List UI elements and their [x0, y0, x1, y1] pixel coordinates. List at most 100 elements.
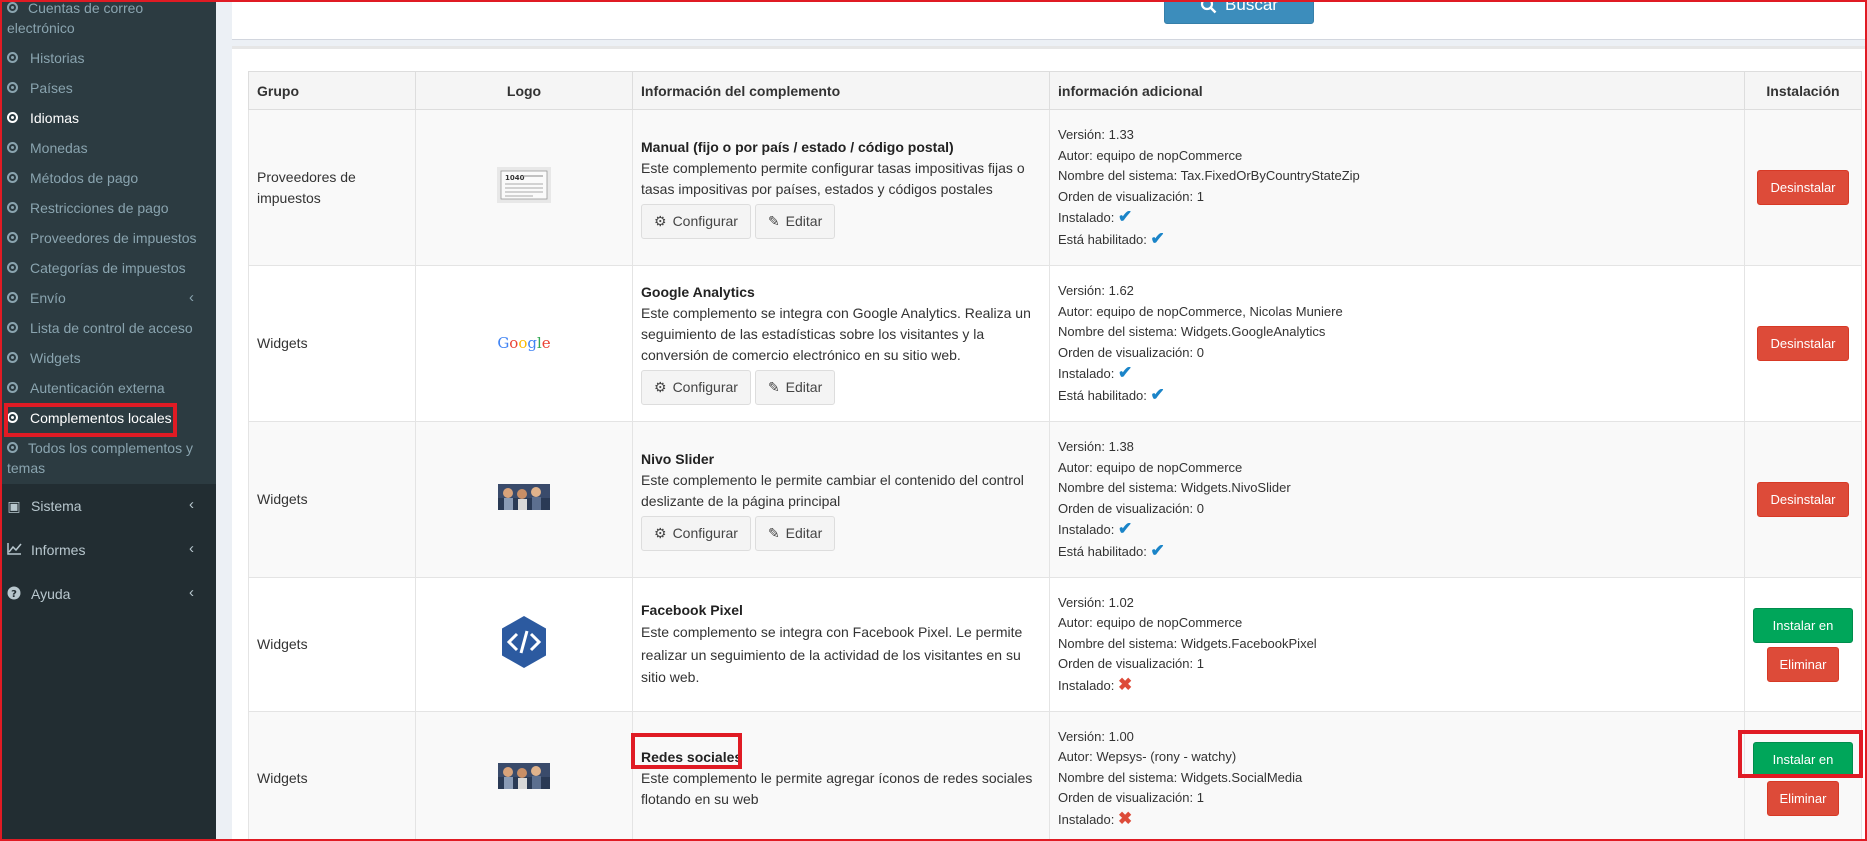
column-header-grupo[interactable]: Grupo [248, 71, 416, 110]
logo-cell: 1040 [415, 109, 633, 266]
plugins-table: Grupo Logo Información del complemento i… [248, 71, 1862, 841]
table-row: Proveedores de impuestos 1040 Manual (fi… [248, 109, 1862, 266]
plugin-name: Nivo Slider [641, 450, 715, 467]
sidebar-item-historias[interactable]: Historias [0, 48, 216, 68]
search-icon [1200, 0, 1217, 13]
sidebar-item-monedas[interactable]: Monedas [0, 138, 216, 158]
search-panel: Buscar [232, 0, 1867, 40]
plugin-description: Este complemento se integra con Facebook… [641, 624, 1023, 686]
sidebar-item-todos-complementos[interactable]: Todos los complementos y temas [0, 438, 216, 478]
plugin-description: Este complemento le permite agregar ícon… [641, 770, 1033, 807]
plugin-description: Este complemento le permite cambiar el c… [641, 471, 1024, 509]
svg-text:?: ? [11, 589, 17, 600]
group-cell: Proveedores de impuestos [248, 109, 416, 266]
circle-icon [7, 322, 18, 333]
installation-cell: Desinstalar [1744, 421, 1862, 578]
sidebar-item-envio[interactable]: Envío ‹ [0, 288, 216, 308]
sidebar-item-metodos-pago[interactable]: Métodos de pago [0, 168, 216, 188]
plugin-name: Manual (fijo o por país / estado / códig… [641, 138, 954, 155]
plugin-info-cell: Facebook Pixel Este complemento se integ… [632, 577, 1050, 712]
pencil-icon: ✎ [767, 212, 780, 229]
additional-info-cell: Versión: 1.62 Autor: equipo de nopCommer… [1049, 265, 1745, 422]
table-row: Widgets Nivo Slider Este complemento le … [248, 421, 1862, 578]
additional-info-cell: Versión: 1.38 Autor: equipo de nopCommer… [1049, 421, 1745, 578]
highlight-box [631, 733, 742, 769]
configure-button[interactable]: ⚙ Configurar [641, 203, 751, 239]
plugin-name: Google Analytics [641, 284, 755, 300]
installation-cell: Desinstalar [1744, 265, 1862, 422]
configure-button[interactable]: ⚙ Configurar [641, 370, 751, 405]
installation-cell: Desinstalar [1744, 109, 1862, 266]
group-cell: Widgets [248, 265, 416, 422]
uninstall-button[interactable]: Desinstalar [1757, 170, 1849, 205]
plugin-name: Facebook Pixel [641, 602, 743, 619]
gear-icon: ⚙ [654, 212, 667, 229]
tax-form-logo: 1040 [497, 166, 551, 209]
plugin-info-cell: Manual (fijo o por país / estado / códig… [632, 109, 1050, 266]
plugin-info-cell: Nivo Slider Este complemento le permite … [632, 421, 1050, 578]
circle-icon [7, 82, 18, 93]
checkmark-icon: ✔ [1150, 384, 1165, 404]
chevron-left-icon: ‹ [189, 496, 194, 513]
circle-icon [7, 112, 18, 123]
column-header-additional[interactable]: información adicional [1049, 71, 1745, 110]
checkmark-icon: ✔ [1118, 519, 1133, 538]
sidebar-item-informes[interactable]: Informes ‹ [0, 528, 216, 572]
circle-icon [7, 232, 18, 243]
configure-button[interactable]: ⚙ Configurar [641, 515, 751, 551]
logo-cell [415, 577, 633, 712]
table-row: Widgets Redes sociales Este complemento … [248, 711, 1862, 841]
delete-button[interactable]: Eliminar [1766, 646, 1840, 682]
circle-icon [7, 2, 18, 13]
sidebar-item-paises[interactable]: Países [0, 78, 216, 98]
edit-button[interactable]: ✎ Editar [754, 515, 836, 551]
line-chart-icon [5, 542, 23, 558]
sidebar-item-idiomas[interactable]: Idiomas [0, 108, 216, 128]
delete-button[interactable]: Eliminar [1766, 780, 1840, 816]
plugin-info-cell: Google Analytics Este complemento se int… [632, 265, 1050, 422]
sidebar-item-email-accounts[interactable]: Cuentas de correo electrónico [0, 0, 216, 38]
cross-icon: ✖ [1118, 808, 1133, 828]
table-row: Widgets Google Google Analytics Este com… [248, 265, 1862, 422]
column-header-info[interactable]: Información del complemento [632, 71, 1050, 110]
edit-button[interactable]: ✎ Editar [754, 370, 836, 405]
sidebar-item-categorias-impuestos[interactable]: Categorías de impuestos [0, 258, 216, 278]
plugin-info-cell: Redes sociales Este complemento le permi… [632, 711, 1050, 841]
plugin-description: Este complemento permite configurar tasa… [641, 159, 1025, 197]
column-header-installation[interactable]: Instalación [1744, 71, 1862, 110]
checkmark-icon: ✔ [1118, 207, 1133, 226]
circle-icon [7, 142, 18, 153]
additional-info-cell: Versión: 1.33 Autor: equipo de nopCommer… [1049, 109, 1745, 266]
checkmark-icon: ✔ [1150, 228, 1165, 248]
circle-icon [7, 262, 18, 273]
uninstall-button[interactable]: Desinstalar [1757, 482, 1849, 517]
search-button[interactable]: Buscar [1164, 0, 1314, 24]
install-button[interactable]: Instalar en pc [1753, 607, 1853, 666]
sidebar-item-widgets[interactable]: Widgets [0, 348, 216, 368]
gear-icon: ⚙ [654, 524, 667, 541]
highlight-box [1738, 730, 1863, 778]
additional-info-cell: Versión: 1.02 Autor: equipo de nopCommer… [1049, 577, 1745, 712]
column-header-logo[interactable]: Logo [415, 71, 633, 110]
chevron-left-icon: ‹ [189, 584, 194, 601]
sidebar-item-acl[interactable]: Lista de control de acceso [0, 318, 216, 338]
logo-cell [415, 421, 633, 578]
svg-text:1040: 1040 [505, 174, 525, 182]
checkmark-icon: ✔ [1118, 363, 1133, 382]
sidebar-item-proveedores-impuestos[interactable]: Proveedores de impuestos [0, 228, 216, 248]
circle-icon [7, 292, 18, 303]
edit-button[interactable]: ✎ Editar [754, 203, 836, 239]
logo-cell [415, 711, 633, 841]
sidebar-item-ayuda[interactable]: ? Ayuda ‹ [0, 572, 216, 616]
sidebar-item-sistema[interactable]: ▣ Sistema ‹ [0, 484, 216, 528]
uninstall-button[interactable]: Desinstalar [1757, 326, 1849, 361]
nivo-slider-logo [498, 483, 550, 516]
question-circle-icon: ? [5, 586, 23, 603]
pencil-icon: ✎ [767, 524, 780, 541]
circle-icon [7, 442, 18, 453]
group-cell: Widgets [248, 421, 416, 578]
gear-icon: ⚙ [654, 379, 667, 395]
google-logo: Google [497, 334, 551, 352]
sidebar-item-autenticacion-externa[interactable]: Autenticación externa [0, 378, 216, 398]
sidebar-item-restricciones-pago[interactable]: Restricciones de pago [0, 198, 216, 218]
